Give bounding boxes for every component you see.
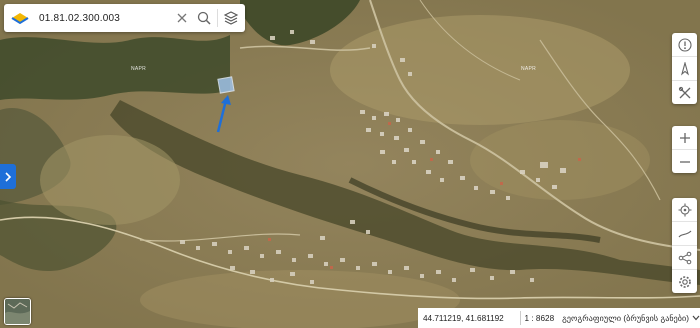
zoom-in-button[interactable] [672,126,697,150]
napr-logo-icon[interactable] [9,7,31,29]
locate-button[interactable] [672,198,697,222]
locate-icon [678,203,691,216]
info-button[interactable] [672,33,697,57]
search-icon [197,11,211,25]
status-divider [519,311,521,325]
chevron-right-icon [5,171,12,182]
coordinates-readout: 44.711219, 41.681192 [423,313,504,323]
plus-icon [679,132,690,143]
bottom-tools-group [672,198,697,293]
scale-value: 8628 [535,313,555,323]
coordinate-system-label: გეოგრაფიული (ბრუნვის განები) [562,314,689,323]
panel-toggle-button[interactable] [0,164,16,189]
measure-icon [678,230,691,237]
share-button[interactable] [672,246,697,270]
chevron-down-icon [692,315,700,321]
compass-icon [680,61,689,76]
coordinate-system-select[interactable]: გეოგრაფიული (ბრუნვის განები) [562,313,700,323]
satellite-map[interactable] [0,0,700,328]
zoom-group [672,126,697,173]
clear-button[interactable] [171,7,193,29]
share-icon [678,251,691,264]
search-input[interactable]: 01.81.02.300.003 [39,13,171,24]
minus-icon [679,160,690,163]
search-divider [217,9,218,27]
map-label-left: NAPR [131,66,147,72]
info-icon [677,37,692,52]
gear-icon [678,275,691,288]
tools-button[interactable] [672,81,697,104]
zoom-out-button[interactable] [672,150,697,173]
scale-prefix: 1 : [524,313,534,323]
tools-icon [678,86,690,98]
search-button[interactable] [193,7,215,29]
search-bar: 01.81.02.300.003 [4,4,245,32]
scale-readout: 1 : 8628 [525,314,555,323]
settings-button[interactable] [672,270,697,293]
close-icon [177,13,187,23]
compass-button[interactable] [672,57,697,81]
top-tools-group [672,33,697,104]
map-label-right: NAPR [521,66,537,72]
layers-button[interactable] [220,7,242,29]
layers-icon [223,11,239,25]
measure-button[interactable] [672,222,697,246]
status-bar: 44.711219, 41.681192 1 : 8628 გეოგრაფიულ… [418,308,700,328]
basemap-switcher[interactable] [4,298,31,325]
